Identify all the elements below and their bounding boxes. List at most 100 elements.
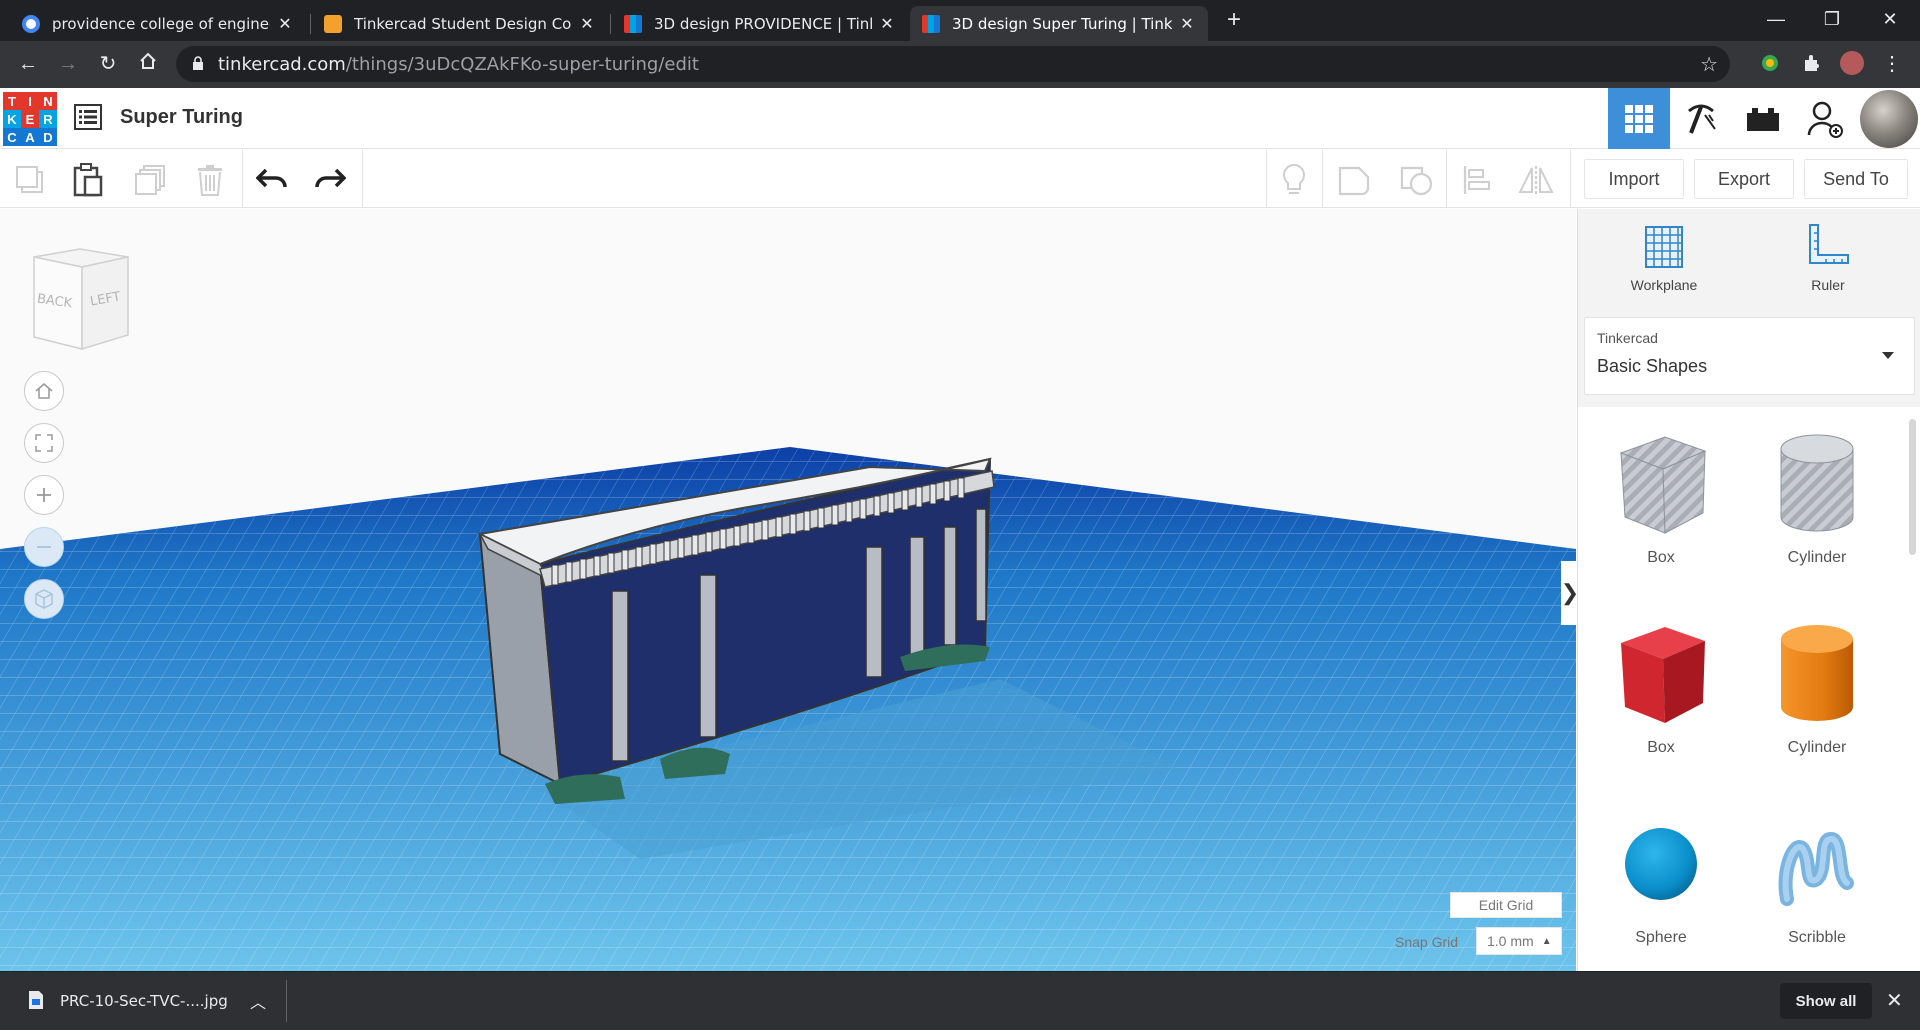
duplicate-icon[interactable] (130, 160, 170, 200)
tinkercad-contest-favicon-icon (324, 14, 342, 33)
back-arrow-icon[interactable]: ← (12, 48, 44, 80)
home-icon[interactable] (132, 48, 164, 80)
shape-scribble[interactable]: Scribble (1752, 809, 1882, 947)
3d-viewport[interactable]: BACK LEFT Edit Grid Snap Grid 1.0 mm ▲ ❯ (0, 209, 1576, 971)
snap-grid-select[interactable]: 1.0 mm ▲ (1476, 927, 1562, 955)
invite-user-icon[interactable] (1794, 88, 1856, 149)
design-title[interactable]: Super Turing (120, 106, 243, 129)
close-icon[interactable]: ✕ (1886, 988, 1903, 1013)
profile-avatar[interactable] (1840, 51, 1864, 75)
box-hole-icon (1619, 436, 1707, 534)
pickaxe-icon[interactable] (1670, 88, 1732, 149)
browser-tab[interactable]: providence college of engineerin ✕ (10, 6, 306, 41)
browser-menu-icon[interactable]: ⋮ (1880, 51, 1904, 75)
shape-sphere[interactable]: Sphere (1596, 809, 1726, 947)
home-view-button[interactable] (24, 371, 64, 411)
3d-view-grid-icon[interactable] (1608, 88, 1670, 149)
shape-cylinder-hole[interactable]: Cylinder (1752, 429, 1882, 567)
logo-letter: D (39, 128, 57, 146)
lightbulb-icon[interactable] (1274, 160, 1314, 200)
fit-view-button[interactable] (24, 423, 64, 463)
export-button[interactable]: Export (1694, 159, 1794, 199)
download-divider (286, 980, 287, 1022)
shape-label: Cylinder (1787, 549, 1847, 566)
toolbar-divider (362, 150, 363, 208)
restore-window-button[interactable]: ❐ (1804, 0, 1860, 38)
mirror-icon[interactable] (1516, 160, 1556, 200)
trash-icon[interactable] (190, 160, 230, 200)
forward-arrow-icon[interactable]: → (52, 48, 84, 80)
zoom-in-button[interactable] (24, 475, 64, 515)
user-avatar[interactable] (1858, 88, 1920, 149)
toolbar-divider (1446, 150, 1447, 208)
cylinder-hole-icon (1780, 434, 1854, 532)
group-icon[interactable] (1334, 160, 1374, 200)
extension-icon[interactable] (1758, 51, 1782, 75)
shape-library-source: Tinkercad (1597, 330, 1658, 346)
shape-library-name: Basic Shapes (1597, 356, 1708, 376)
toolbar-divider (1266, 150, 1267, 208)
edit-toolbar: Import Export Send To (0, 150, 1920, 208)
puzzle-extensions-icon[interactable] (1800, 51, 1824, 75)
view-cube[interactable]: BACK LEFT (28, 245, 132, 358)
workplane-tool[interactable]: Workplane (1604, 223, 1724, 293)
browser-tab[interactable]: Tinkercad Student Design Contes ✕ (312, 6, 608, 41)
caret-down-icon (1882, 352, 1894, 359)
align-icon[interactable] (1456, 160, 1496, 200)
workplane-scene[interactable] (0, 209, 1576, 971)
ungroup-icon[interactable] (1396, 160, 1436, 200)
send-to-button[interactable]: Send To (1804, 159, 1908, 199)
tinkercad-favicon-icon (624, 14, 642, 33)
ruler-label: Ruler (1811, 277, 1845, 293)
bricks-icon[interactable] (1732, 88, 1794, 149)
browser-toolbar: ← → ↻ tinkercad.com/things/3uDcQZAkFKo-s… (0, 41, 1920, 88)
minimize-window-button[interactable]: — (1748, 0, 1804, 38)
logo-letter: R (39, 110, 57, 128)
shape-box-hole[interactable]: Box (1596, 429, 1726, 567)
tab-divider (610, 14, 611, 34)
snap-grid-label: Snap Grid (1395, 934, 1459, 950)
logo-letter: T (3, 92, 21, 110)
paste-icon[interactable] (68, 160, 108, 200)
new-tab-button[interactable]: + (1222, 8, 1246, 32)
ruler-tool[interactable]: Ruler (1768, 223, 1888, 293)
shapes-panel: Workplane Ruler Tinkercad Basic Shapes B… (1577, 209, 1920, 971)
plus-icon (37, 488, 51, 502)
close-tab-icon[interactable]: ✕ (878, 14, 896, 33)
design-list-icon[interactable] (74, 104, 102, 130)
close-window-button[interactable]: ✕ (1862, 0, 1918, 38)
lock-icon (193, 56, 203, 70)
workplane-label: Workplane (1630, 277, 1698, 293)
copy-icon[interactable] (10, 160, 50, 200)
browser-tab-active[interactable]: 3D design Super Turing | Tinkerc ✕ (910, 6, 1208, 41)
shapes-scrollbar[interactable] (1909, 419, 1916, 555)
shape-library-dropdown[interactable]: Tinkercad Basic Shapes (1584, 317, 1915, 395)
tinkercad-logo[interactable]: T I N K E R C A D (3, 92, 57, 146)
address-bar[interactable]: tinkercad.com/things/3uDcQZAkFKo-super-t… (176, 46, 1730, 82)
browser-tab-strip: providence college of engineerin ✕ Tinke… (0, 0, 1920, 41)
shape-cylinder[interactable]: Cylinder (1752, 619, 1882, 757)
shape-box[interactable]: Box (1596, 619, 1726, 757)
bookmark-star-icon[interactable]: ☆ (1700, 52, 1718, 77)
tab-title: 3D design Super Turing | Tinkerc (952, 14, 1172, 33)
perspective-toggle-button[interactable] (24, 579, 64, 619)
logo-letter: C (3, 128, 21, 146)
browser-tab[interactable]: 3D design PROVIDENCE | Tinkerc ✕ (612, 6, 908, 41)
close-tab-icon[interactable]: ✕ (578, 14, 596, 33)
chevron-right-icon[interactable]: ❯ (1561, 561, 1576, 625)
close-tab-icon[interactable]: ✕ (276, 14, 294, 33)
chevron-up-icon[interactable]: ︿ (250, 989, 266, 1013)
toolbar-divider (1322, 150, 1323, 208)
close-tab-icon[interactable]: ✕ (1178, 14, 1196, 33)
reload-icon[interactable]: ↻ (92, 48, 124, 80)
edit-grid-button[interactable]: Edit Grid (1450, 892, 1562, 918)
redo-icon[interactable] (310, 160, 350, 200)
undo-icon[interactable] (252, 160, 292, 200)
zoom-out-button[interactable] (24, 527, 64, 567)
image-file-icon (29, 991, 43, 1009)
import-button[interactable]: Import (1584, 159, 1684, 199)
minus-icon (37, 546, 51, 548)
download-filename[interactable]: PRC-10-Sec-TVC-....jpg (60, 992, 228, 1010)
logo-letter: A (21, 128, 39, 146)
show-all-button[interactable]: Show all (1780, 983, 1872, 1019)
